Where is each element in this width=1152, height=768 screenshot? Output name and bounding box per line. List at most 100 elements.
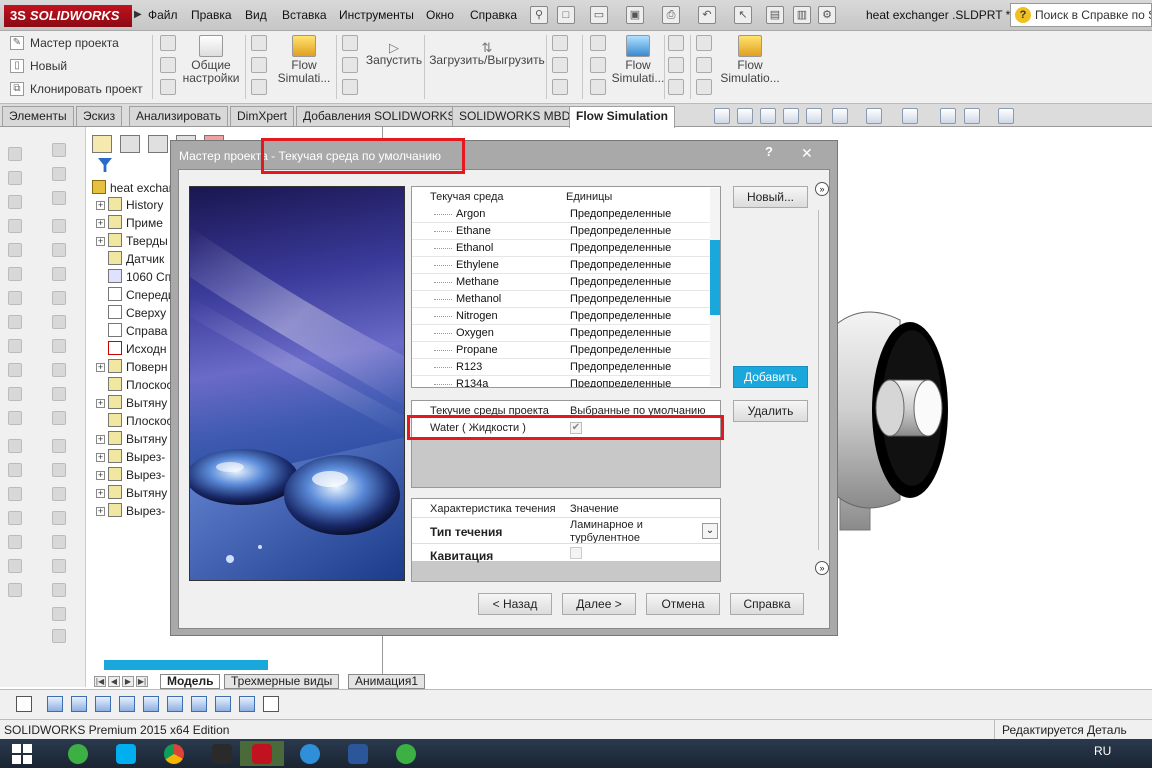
- solidworks-logo[interactable]: 3S SOLIDWORKS: [4, 5, 132, 27]
- menu-view[interactable]: Вид: [245, 8, 267, 22]
- fluid-row[interactable]: Ethane Предопределенные: [412, 223, 710, 240]
- zoom-to-fit-icon[interactable]: [714, 108, 730, 124]
- tool-icon[interactable]: [552, 57, 568, 73]
- tool-icon[interactable]: [52, 535, 66, 549]
- cavitation-checkbox[interactable]: [570, 547, 582, 559]
- tab-features[interactable]: Элементы: [2, 106, 74, 126]
- load-unload-button[interactable]: ⇅ Загрузить/Выгрузить: [428, 41, 546, 67]
- tab-solidworks-addins[interactable]: Добавления SOLIDWORKS: [296, 106, 463, 126]
- tool-icon[interactable]: [696, 79, 712, 95]
- edit-appearance-icon[interactable]: [940, 108, 956, 124]
- expand-icon[interactable]: +: [96, 219, 105, 228]
- feature-manager-tab-icon[interactable]: [92, 135, 112, 153]
- tool-icon[interactable]: [52, 487, 66, 501]
- tool-icon[interactable]: [8, 267, 22, 281]
- menu-file[interactable]: Файл: [148, 8, 178, 22]
- fluid-row[interactable]: R134a Предопределенные: [412, 376, 710, 387]
- fluid-row[interactable]: Argon Предопределенные: [412, 206, 710, 223]
- tool-icon[interactable]: [8, 511, 22, 525]
- tool-icon[interactable]: [52, 291, 66, 305]
- tree-item-extrude[interactable]: + Вытяну: [96, 394, 176, 412]
- rebuild-icon[interactable]: ▤: [766, 6, 784, 24]
- fluids-scrollbar-thumb[interactable]: [710, 240, 720, 315]
- tree-item-extrude[interactable]: + Вытяну: [96, 484, 176, 502]
- tool-icon[interactable]: [52, 267, 66, 281]
- configuration-manager-tab-icon[interactable]: [148, 135, 168, 153]
- help-search-input[interactable]: ? Поиск в Справке по S: [1010, 3, 1152, 27]
- tool-icon[interactable]: [8, 147, 22, 161]
- tool-icon[interactable]: [52, 439, 66, 453]
- taskbar-app-kompas[interactable]: [288, 741, 332, 766]
- tool-icon[interactable]: [52, 559, 66, 573]
- taskbar-app-chrome[interactable]: [152, 741, 196, 766]
- taskbar-app-game[interactable]: [200, 741, 244, 766]
- expand-icon[interactable]: +: [96, 363, 105, 372]
- wizard-button[interactable]: ✎ Мастер проекта: [8, 34, 119, 52]
- tool-icon[interactable]: [8, 583, 22, 597]
- tab-animation[interactable]: Анимация1: [348, 674, 426, 689]
- fluid-row[interactable]: Nitrogen Предопределенные: [412, 308, 710, 325]
- tree-item-extrude[interactable]: + Вытяну: [96, 430, 176, 448]
- tree-item-cut[interactable]: + Вырез-: [96, 502, 176, 520]
- dialog-close-icon[interactable]: ✕: [801, 145, 813, 162]
- back-button[interactable]: < Назад: [478, 593, 552, 615]
- tool-icon[interactable]: [8, 219, 22, 233]
- dialog-help-icon[interactable]: ?: [765, 144, 773, 159]
- tool-icon[interactable]: [8, 463, 22, 477]
- language-indicator[interactable]: RU: [1094, 744, 1111, 758]
- tool-icon[interactable]: [8, 559, 22, 573]
- tree-item-cut[interactable]: + Вырез-: [96, 466, 176, 484]
- run-button[interactable]: ▷ Запустить: [364, 41, 424, 67]
- tree-item-sensors[interactable]: Датчик: [96, 250, 176, 268]
- tool-icon[interactable]: [52, 143, 66, 157]
- tree-item-annotations[interactable]: + Приме: [96, 214, 176, 232]
- clone-project-button[interactable]: ⧉ Клонировать проект: [8, 80, 143, 98]
- save-icon[interactable]: ▣: [626, 6, 644, 24]
- tool-icon[interactable]: [8, 291, 22, 305]
- fluid-row[interactable]: Methane Предопределенные: [412, 274, 710, 291]
- tool-icon[interactable]: [160, 57, 176, 73]
- tree-item-plane[interactable]: Плоскос: [96, 376, 176, 394]
- menu-edit[interactable]: Правка: [191, 8, 232, 22]
- tool-icon[interactable]: [668, 79, 684, 95]
- view-orientation-icon[interactable]: [832, 108, 848, 124]
- help-button[interactable]: Справка: [730, 593, 804, 615]
- tree-item-plane[interactable]: Плоскос: [96, 412, 176, 430]
- tool-icon[interactable]: [52, 315, 66, 329]
- expand-icon[interactable]: +: [96, 435, 105, 444]
- normal-to-icon[interactable]: [263, 696, 279, 712]
- right-view-icon[interactable]: [119, 696, 135, 712]
- menu-tools[interactable]: Инструменты: [339, 8, 414, 22]
- dimetric-view-icon[interactable]: [239, 696, 255, 712]
- open-icon[interactable]: ▭: [590, 6, 608, 24]
- new-fluid-button[interactable]: Новый...: [733, 186, 808, 208]
- tab-evaluate[interactable]: Анализировать: [129, 106, 228, 126]
- tool-icon[interactable]: [668, 57, 684, 73]
- taskbar-app-word[interactable]: [336, 741, 380, 766]
- tool-icon[interactable]: [160, 79, 176, 95]
- tool-icon[interactable]: [251, 57, 267, 73]
- tool-icon[interactable]: [52, 191, 66, 205]
- tool-icon[interactable]: [52, 607, 66, 621]
- back-view-icon[interactable]: [71, 696, 87, 712]
- tool-icon[interactable]: [668, 35, 684, 51]
- tool-icon[interactable]: [8, 439, 22, 453]
- new-document-icon[interactable]: □: [557, 6, 575, 24]
- tool-icon[interactable]: [8, 387, 22, 401]
- tool-icon[interactable]: [52, 363, 66, 377]
- previous-view-icon[interactable]: [760, 108, 776, 124]
- tree-item-solid-bodies[interactable]: + Тверды: [96, 232, 176, 250]
- menu-insert[interactable]: Вставка: [282, 8, 327, 22]
- taskbar-app-clover[interactable]: [384, 741, 428, 766]
- tool-icon[interactable]: [552, 35, 568, 51]
- expand-icon[interactable]: +: [96, 237, 105, 246]
- tree-item-top-plane[interactable]: Сверху: [96, 304, 176, 322]
- tool-icon[interactable]: [52, 167, 66, 181]
- menu-window[interactable]: Окно: [426, 8, 454, 22]
- tool-icon[interactable]: [8, 243, 22, 257]
- taskbar-app-solidworks-2015[interactable]: [240, 741, 284, 766]
- tab-flow-simulation[interactable]: Flow Simulation: [569, 106, 675, 128]
- first-tab-arrow-icon[interactable]: |◀: [94, 676, 106, 687]
- tool-icon[interactable]: [52, 339, 66, 353]
- trimetric-view-icon[interactable]: [215, 696, 231, 712]
